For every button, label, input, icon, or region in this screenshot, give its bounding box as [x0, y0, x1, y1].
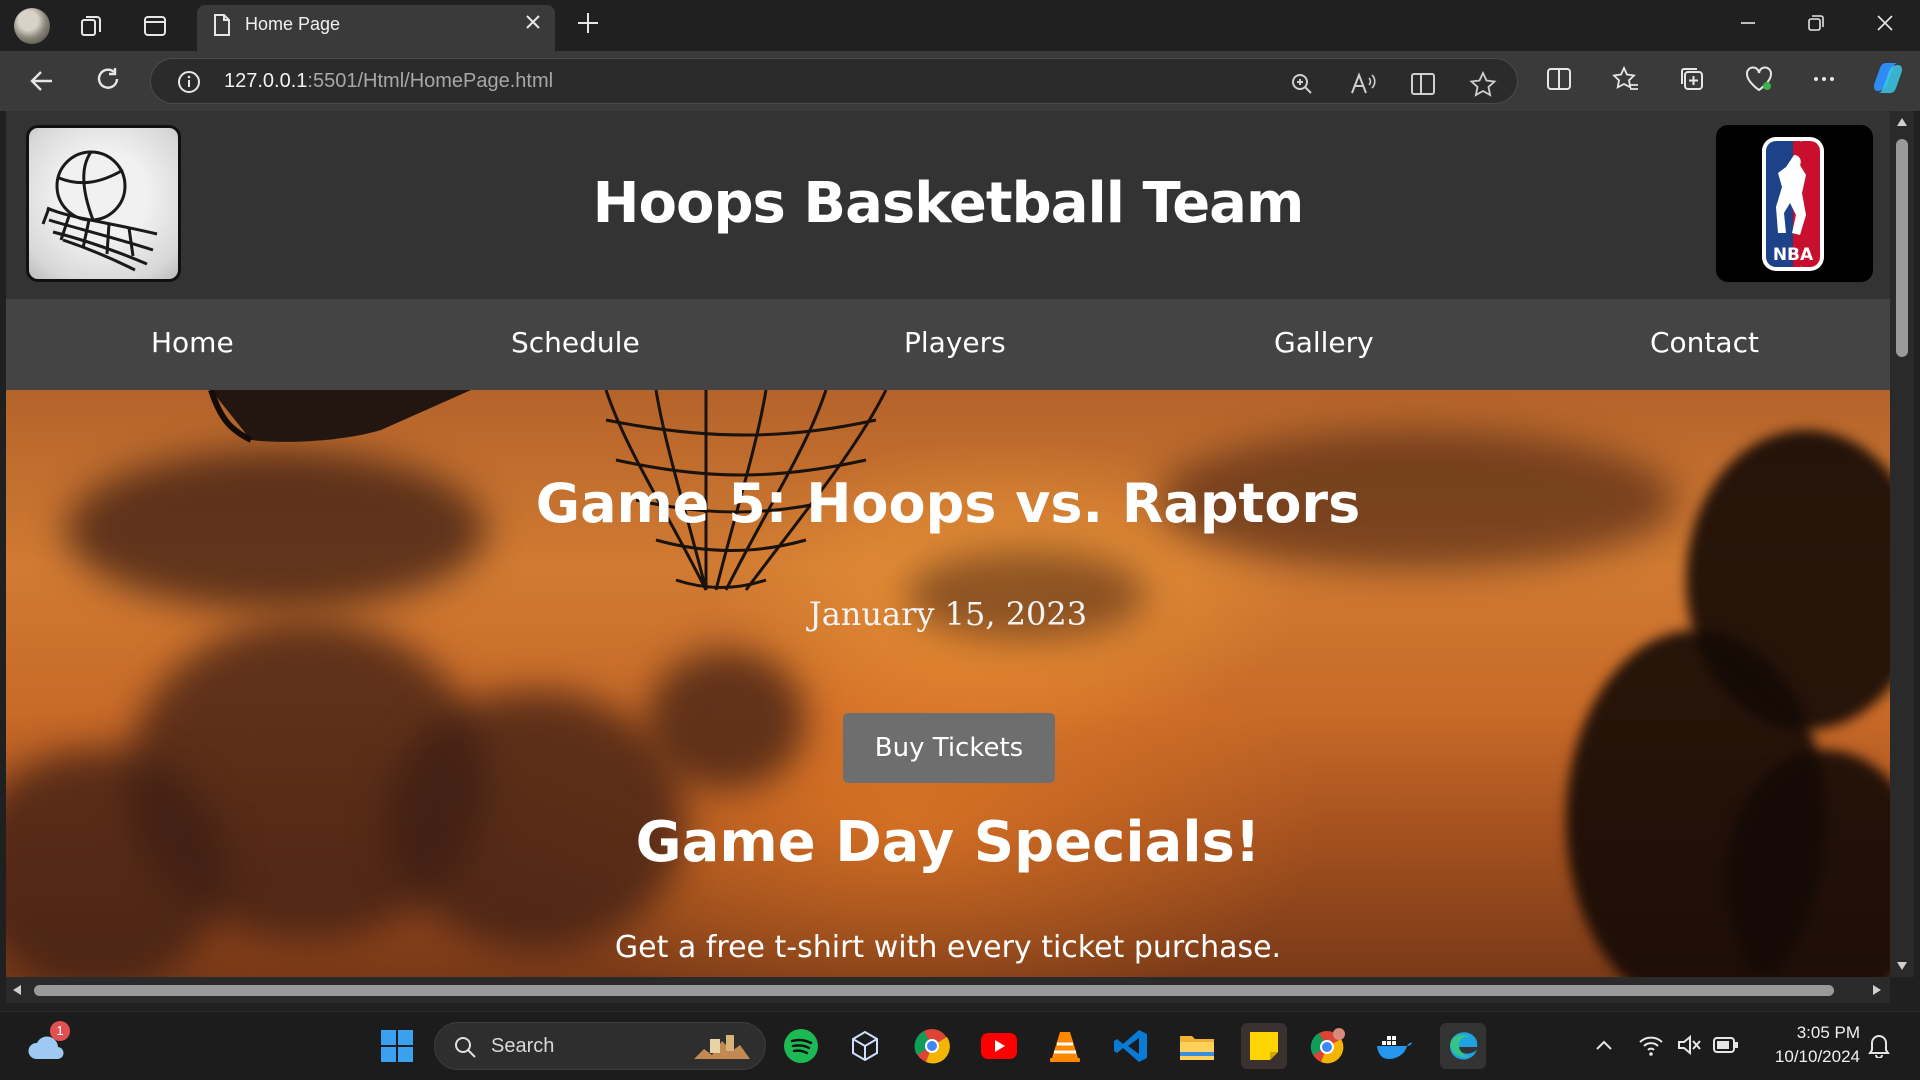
- collections-icon[interactable]: [1678, 65, 1706, 97]
- edge-icon[interactable]: [1440, 1023, 1486, 1069]
- site-navigation: Home Schedule Players Gallery Contact: [6, 299, 1890, 390]
- nav-home[interactable]: Home: [151, 326, 234, 359]
- url-text[interactable]: 127.0.0.1:5501/Html/HomePage.html: [224, 70, 553, 93]
- browser-essentials-icon[interactable]: [1744, 65, 1774, 97]
- horizontal-scroll-thumb[interactable]: [34, 985, 1834, 996]
- split-screen-icon[interactable]: [1545, 65, 1573, 97]
- notification-badge: 1: [50, 1021, 70, 1041]
- nba-logo-text: NBA: [1773, 245, 1814, 265]
- scroll-left-arrow-icon[interactable]: [12, 984, 22, 996]
- nav-contact[interactable]: Contact: [1650, 326, 1759, 359]
- taskbar-search[interactable]: Search: [434, 1022, 766, 1070]
- scroll-right-arrow-icon[interactable]: [1872, 984, 1882, 996]
- read-aloud-icon[interactable]: [1349, 71, 1377, 101]
- buy-tickets-button[interactable]: Buy Tickets: [843, 713, 1055, 783]
- docker-icon[interactable]: [1374, 1026, 1414, 1066]
- 3d-box-app-icon[interactable]: [845, 1026, 885, 1066]
- address-bar-row: 127.0.0.1:5501/Html/HomePage.html: [0, 51, 1920, 111]
- restore-icon[interactable]: [1803, 10, 1829, 40]
- copilot-icon[interactable]: [1870, 61, 1906, 99]
- search-icon: [453, 1035, 477, 1063]
- youtube-icon[interactable]: [979, 1026, 1019, 1066]
- system-clock[interactable]: 3:05 PM 10/10/2024: [1740, 1021, 1860, 1069]
- workspaces-icon[interactable]: [76, 10, 108, 42]
- favorites-icon[interactable]: [1612, 65, 1640, 97]
- wifi-icon[interactable]: [1638, 1033, 1664, 1061]
- specials-heading: Game Day Specials!: [635, 810, 1261, 875]
- search-label: Search: [491, 1035, 555, 1057]
- page-viewport: Hoops Basketball Team NBA Home Schedule …: [6, 111, 1890, 977]
- vscode-icon[interactable]: [1111, 1026, 1151, 1066]
- spotify-icon[interactable]: [781, 1026, 821, 1066]
- nav-schedule[interactable]: Schedule: [511, 326, 640, 359]
- back-arrow-icon[interactable]: [26, 65, 58, 101]
- profile-avatar[interactable]: [14, 8, 50, 44]
- scroll-down-arrow-icon[interactable]: [1896, 961, 1908, 971]
- url-host: 127.0.0.1: [224, 70, 308, 92]
- clock-time: 3:05 PM: [1796, 1023, 1860, 1042]
- scroll-up-arrow-icon[interactable]: [1896, 117, 1908, 127]
- tab-title: Home Page: [245, 14, 341, 34]
- chrome-profile-icon[interactable]: [1308, 1026, 1348, 1066]
- url-path: :5501/Html/HomePage.html: [307, 70, 554, 92]
- close-tab-icon[interactable]: [522, 11, 544, 37]
- more-options-icon[interactable]: [1810, 65, 1838, 97]
- site-header: Hoops Basketball Team NBA: [6, 111, 1890, 299]
- page-icon: [212, 13, 232, 41]
- chrome-icon[interactable]: [912, 1026, 952, 1066]
- minimize-icon[interactable]: [1735, 10, 1761, 40]
- game-date: January 15, 2023: [808, 595, 1088, 633]
- hero-section: Game 5: Hoops vs. Raptors January 15, 20…: [6, 390, 1890, 977]
- volume-muted-icon[interactable]: [1676, 1033, 1702, 1061]
- battery-icon[interactable]: [1712, 1034, 1740, 1060]
- clock-date: 10/10/2024: [1774, 1047, 1860, 1066]
- nba-logo[interactable]: NBA: [1716, 125, 1873, 282]
- show-hidden-icons-chevron-icon[interactable]: [1594, 1035, 1614, 1059]
- windows-start-icon[interactable]: [377, 1026, 417, 1066]
- close-window-icon[interactable]: [1872, 10, 1898, 40]
- vertical-tabs-icon[interactable]: [139, 10, 171, 42]
- game-headline: Game 5: Hoops vs. Raptors: [535, 472, 1361, 535]
- taskbar: 1 Search 3:05 PM 10/10/2024: [0, 1011, 1920, 1080]
- nav-players[interactable]: Players: [904, 326, 1006, 359]
- immersive-reader-icon[interactable]: [1409, 71, 1437, 101]
- refresh-icon[interactable]: [93, 65, 123, 99]
- site-title: Hoops Basketball Team: [592, 171, 1305, 236]
- sticky-notes-icon[interactable]: [1241, 1023, 1287, 1069]
- nav-gallery[interactable]: Gallery: [1274, 326, 1374, 359]
- vertical-scroll-thumb[interactable]: [1896, 139, 1908, 357]
- file-explorer-icon[interactable]: [1177, 1026, 1217, 1066]
- favorite-star-icon[interactable]: [1469, 70, 1497, 101]
- search-highlight-icon: [690, 1029, 754, 1069]
- vlc-icon[interactable]: [1045, 1026, 1085, 1066]
- zoom-icon[interactable]: [1289, 71, 1315, 101]
- specials-text: Get a free t-shirt with every ticket pur…: [614, 930, 1282, 965]
- new-tab-icon[interactable]: [573, 8, 603, 42]
- address-bar[interactable]: 127.0.0.1:5501/Html/HomePage.html: [150, 58, 1518, 104]
- browser-title-bar: Home Page: [0, 0, 1920, 51]
- notifications-bell-icon[interactable]: [1866, 1032, 1892, 1062]
- horizontal-scrollbar[interactable]: [6, 977, 1890, 1003]
- vertical-scrollbar[interactable]: [1890, 111, 1914, 977]
- site-info-icon[interactable]: [176, 69, 202, 99]
